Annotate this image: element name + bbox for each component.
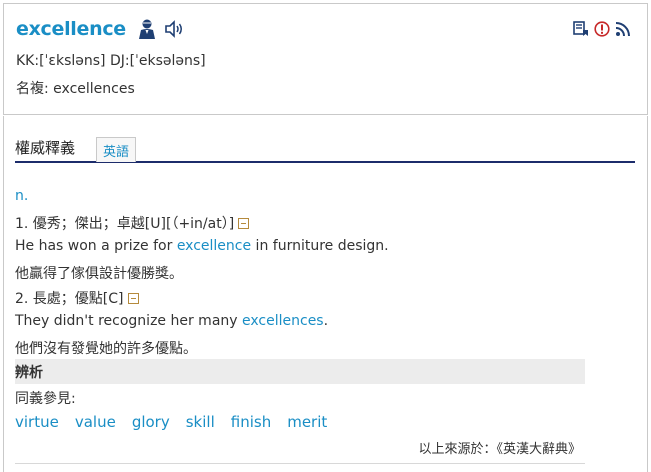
- tab-bar: 權威釋義 英語: [15, 137, 635, 163]
- person-speaker-icon[interactable]: [136, 18, 158, 40]
- definition-section: 權威釋義 英語 n. 1. 優秀；傑出；卓越[U][（+in/at）] He h…: [3, 116, 648, 472]
- source-note: 以上來源於：《英漢大辭典》: [418, 442, 581, 457]
- phonetic: KK:[ˈɛksləns] DJ:[ˈeksələns]: [16, 53, 206, 69]
- synonym-link[interactable]: merit: [287, 413, 327, 431]
- example-1-translation: 他贏得了傢俱設計優勝獎。: [15, 266, 183, 282]
- example-2-translation: 他們沒有發覺她的許多優點。: [15, 341, 197, 357]
- headword: excellence: [16, 18, 126, 40]
- headword-row: excellence: [16, 18, 184, 40]
- sense-1-definition: 1. 優秀；傑出；卓越[U][（+in/at）]: [15, 216, 235, 232]
- analysis-header: 辨析: [15, 359, 585, 384]
- sense-2-definition: 2. 長處；優點[C]: [15, 291, 124, 307]
- wordbook-icon[interactable]: [573, 21, 589, 37]
- collapse-icon[interactable]: [238, 218, 250, 229]
- part-of-speech: n.: [15, 188, 29, 204]
- example-1-text-end: in furniture design.: [251, 238, 389, 254]
- divider: [15, 463, 585, 464]
- sense-1: 1. 優秀；傑出；卓越[U][（+in/at）]: [15, 213, 250, 233]
- synonym-label: 同義參見:: [15, 391, 76, 407]
- toolbar: [573, 21, 631, 37]
- section-title: 權威釋義: [15, 139, 76, 157]
- synonym-link[interactable]: skill: [186, 413, 215, 431]
- synonym-list: virtue value glory skill finish merit: [15, 413, 343, 431]
- example-2-text-end: .: [323, 313, 329, 329]
- word-header: excellence KK:[ˈɛksləns] DJ:[ˈeksələns] …: [3, 3, 648, 115]
- tab-english[interactable]: 英語: [96, 137, 137, 162]
- example-2-keyword[interactable]: excellences: [242, 313, 324, 329]
- rss-icon[interactable]: [615, 21, 631, 37]
- synonym-link[interactable]: virtue: [15, 413, 59, 431]
- report-icon[interactable]: [594, 21, 610, 37]
- example-2: They didn't recognize her many excellenc…: [15, 313, 328, 329]
- synonym-link[interactable]: finish: [231, 413, 271, 431]
- synonym-link[interactable]: value: [75, 413, 116, 431]
- sound-icon[interactable]: [164, 19, 184, 39]
- synonym-link[interactable]: glory: [132, 413, 170, 431]
- example-2-text: They didn't recognize her many: [15, 313, 243, 329]
- example-1: He has won a prize for excellence in fur…: [15, 238, 389, 254]
- example-1-keyword[interactable]: excellence: [177, 238, 251, 254]
- plural-form: 名複: excellences: [16, 81, 135, 97]
- collapse-icon[interactable]: [127, 293, 139, 304]
- sense-2: 2. 長處；優點[C]: [15, 288, 139, 308]
- example-1-text: He has won a prize for: [15, 238, 177, 254]
